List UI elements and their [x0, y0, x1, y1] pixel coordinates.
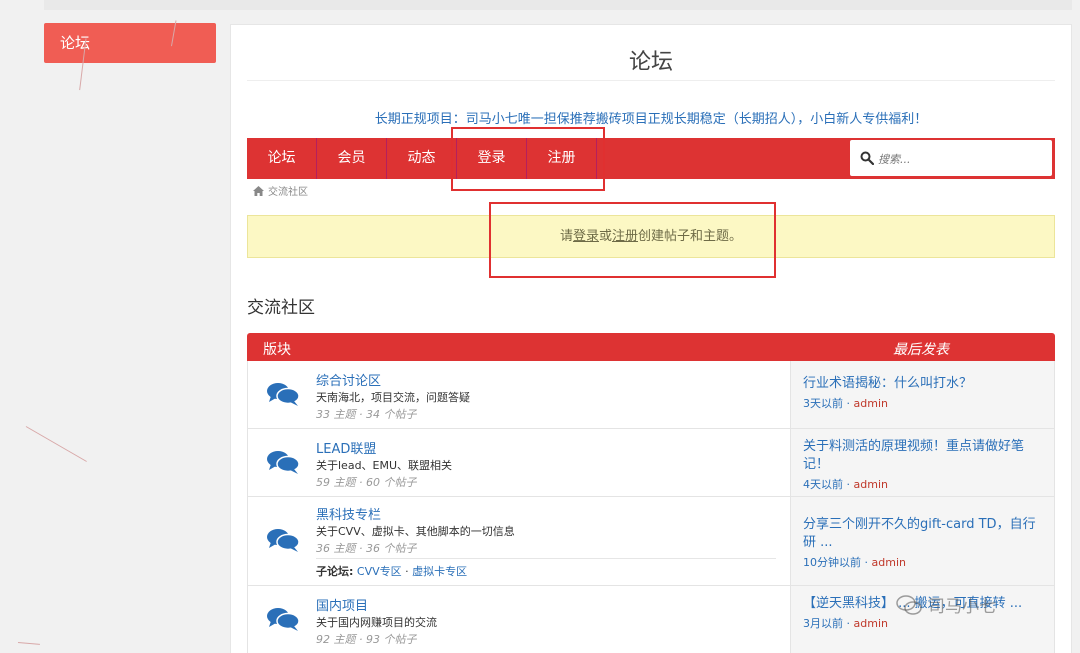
forum-name-link[interactable]: LEAD联盟: [316, 438, 376, 457]
col-last-post-header: 最后发表: [893, 342, 949, 358]
forum-description: 关于CVV、虚拟卡、其他脚本的一切信息: [316, 525, 515, 538]
last-post-time: 3天以前: [803, 397, 843, 410]
forum-cell: 国内项目 关于国内网赚项目的交流 92 主题 · 93 个帖子: [248, 586, 790, 653]
forum-cell: 黑科技专栏 关于CVV、虚拟卡、其他脚本的一切信息 36 主题 · 36 个帖子…: [248, 497, 790, 585]
search-box: [849, 139, 1053, 177]
forum-stats: 92 主题 · 93 个帖子: [316, 633, 417, 646]
forum-description: 关于国内网赚项目的交流: [316, 616, 437, 629]
search-input[interactable]: [878, 147, 1046, 171]
nav-activity[interactable]: 动态: [387, 138, 457, 179]
home-icon[interactable]: [253, 185, 264, 196]
last-post-user-link[interactable]: admin: [854, 478, 888, 491]
forum-stats: 33 主题 · 34 个帖子: [316, 408, 417, 421]
last-post-time: 10分钟以前: [803, 556, 861, 569]
forum-cell: 综合讨论区 天南海北，项目交流，问题答疑 33 主题 · 34 个帖子: [248, 361, 790, 428]
last-post-cell: 关于料测活的原理视频！重点请做好笔记！ 4天以前 · admin: [790, 429, 1054, 496]
forum-bubbles-icon: [267, 608, 300, 631]
watermark-text: 司马小七: [928, 597, 996, 617]
forum-bubbles-icon: [267, 529, 300, 552]
search-icon[interactable]: [860, 151, 874, 165]
forum-row: 综合讨论区 天南海北，项目交流，问题答疑 33 主题 · 34 个帖子 行业术语…: [247, 361, 1055, 429]
sidebar-forum-button[interactable]: 论坛: [44, 23, 216, 63]
last-post-meta: 3天以前 · admin: [803, 397, 888, 410]
forum-cell: LEAD联盟 关于lead、EMU、联盟相关 59 主题 · 60 个帖子: [248, 429, 790, 496]
subforum-label: 子论坛:: [316, 565, 354, 578]
forum-stats: 36 主题 · 36 个帖子: [316, 542, 417, 555]
last-post-title-link[interactable]: 关于料测活的原理视频！重点请做好笔记！: [803, 438, 1042, 474]
forum-name-link[interactable]: 国内项目: [316, 595, 368, 614]
subforum-link[interactable]: CVV专区: [357, 565, 402, 578]
title-divider: [247, 80, 1055, 81]
forum-row: LEAD联盟 关于lead、EMU、联盟相关 59 主题 · 60 个帖子 关于…: [247, 429, 1055, 497]
forum-description: 关于lead、EMU、联盟相关: [316, 459, 453, 472]
forum-bubbles-icon: [267, 451, 300, 474]
last-post-user-link[interactable]: admin: [854, 397, 888, 410]
decorative-line: [25, 426, 87, 462]
notice-link[interactable]: 长期正规项目：司马小七唯一担保推荐搬砖项目正规长期稳定（长期招人），小白新人专供…: [247, 108, 1055, 127]
last-post-time: 3月以前: [803, 617, 843, 630]
breadcrumb-home-link[interactable]: 交流社区: [268, 183, 308, 198]
last-post-title-link[interactable]: 行业术语揭秘：什么叫打水？: [803, 375, 1042, 393]
highlight-box: [451, 127, 605, 191]
top-strip: [44, 0, 1072, 10]
last-post-title-link[interactable]: 分享三个刚开不久的gift-card TD，自行研 ...: [803, 516, 1042, 552]
last-post-user-link[interactable]: admin: [872, 556, 906, 569]
nav-forum[interactable]: 论坛: [247, 138, 317, 179]
page-title: 论坛: [628, 50, 673, 75]
subforum-list: 子论坛: CVV专区 · 虚拟卡专区: [316, 565, 468, 578]
wechat-icon: [896, 594, 922, 615]
forum-stats: 59 主题 · 60 个帖子: [316, 476, 417, 489]
watermark: 司马小七: [896, 592, 996, 617]
highlight-box: [489, 202, 776, 278]
forum-name-link[interactable]: 黑科技专栏: [316, 504, 381, 523]
section-title: 交流社区: [247, 298, 315, 318]
subforum-link[interactable]: 虚拟卡专区: [412, 565, 467, 578]
last-post-meta: 4天以前 · admin: [803, 478, 888, 491]
last-post-cell: 分享三个刚开不久的gift-card TD，自行研 ... 10分钟以前 · a…: [790, 497, 1054, 585]
breadcrumb: 交流社区: [253, 183, 308, 198]
last-post-meta: 10分钟以前 · admin: [803, 556, 906, 569]
forum-description: 天南海北，项目交流，问题答疑: [316, 391, 470, 404]
nav-members[interactable]: 会员: [317, 138, 387, 179]
forum-bubbles-icon: [267, 383, 300, 406]
forum-name-link[interactable]: 综合讨论区: [316, 370, 381, 389]
last-post-user-link[interactable]: admin: [854, 617, 888, 630]
last-post-meta: 3月以前 · admin: [803, 617, 888, 630]
col-board-header: 版块: [263, 342, 291, 358]
decorative-line: [17, 642, 40, 645]
forum-row: 黑科技专栏 关于CVV、虚拟卡、其他脚本的一切信息 36 主题 · 36 个帖子…: [247, 497, 1055, 586]
last-post-cell: 行业术语揭秘：什么叫打水？ 3天以前 · admin: [790, 361, 1054, 428]
table-header: 版块 最后发表: [247, 333, 1055, 361]
last-post-time: 4天以前: [803, 478, 843, 491]
subforum-divider: [316, 558, 776, 559]
